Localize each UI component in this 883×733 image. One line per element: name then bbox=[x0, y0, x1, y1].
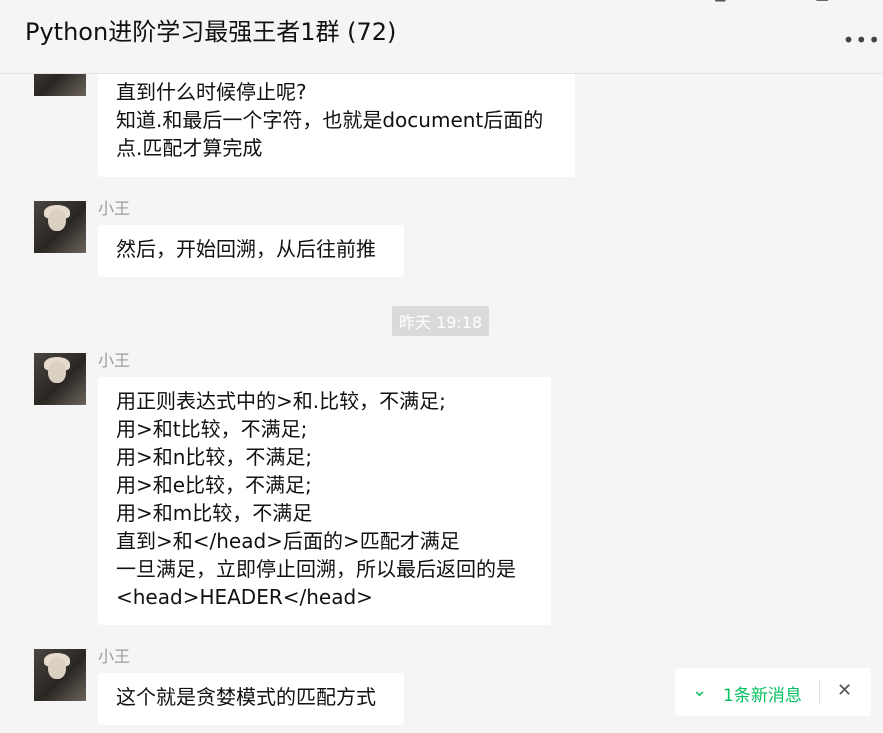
message-line: 直到什么时候停止呢? bbox=[116, 80, 307, 104]
avatar-face bbox=[48, 361, 66, 383]
message-line: 用>和t比较，不满足; bbox=[116, 417, 308, 441]
minimize-icon[interactable]: — bbox=[764, 0, 780, 5]
chat-area[interactable]: 直到什么时候停止呢? 知道.和最后一个字符，也就是document后面的 点.匹… bbox=[0, 74, 883, 733]
avatar-face bbox=[48, 657, 66, 679]
message-bubble[interactable]: 这个就是贪婪模式的匹配方式 bbox=[98, 673, 404, 725]
message-line: 然后，开始回溯，从后往前推 bbox=[116, 237, 376, 261]
pin-icon[interactable]: ⟂ bbox=[715, 0, 726, 6]
chat-header: Python进阶学习最强王者1群 (72) ⟂ — ☐ ✕ ••• bbox=[0, 0, 883, 74]
new-message-text[interactable]: 1条新消息 bbox=[723, 681, 802, 706]
chat-title: Python进阶学习最强王者1群 (72) bbox=[25, 18, 397, 46]
sender-name: 小王 bbox=[98, 351, 131, 370]
message-line: <head>HEADER</head> bbox=[116, 585, 373, 609]
avatar[interactable] bbox=[34, 649, 86, 701]
avatar-face bbox=[48, 209, 66, 231]
divider bbox=[819, 680, 820, 704]
double-chevron-down-icon[interactable]: ⌄ bbox=[692, 680, 707, 701]
new-message-notice[interactable]: ⌄ 1条新消息 ✕ bbox=[675, 668, 871, 716]
message-line: 点.匹配才算完成 bbox=[116, 136, 263, 160]
message-bubble[interactable]: 直到什么时候停止呢? 知道.和最后一个字符，也就是document后面的 点.匹… bbox=[98, 74, 575, 177]
message-bubble[interactable]: 然后，开始回溯，从后往前推 bbox=[98, 225, 404, 277]
avatar[interactable] bbox=[34, 353, 86, 405]
avatar[interactable] bbox=[34, 201, 86, 253]
close-icon[interactable]: ✕ bbox=[837, 680, 852, 701]
message-line: 这个就是贪婪模式的匹配方式 bbox=[116, 685, 376, 709]
time-divider: 昨天 19:18 bbox=[392, 306, 490, 336]
message-line: 用>和n比较，不满足; bbox=[116, 445, 313, 469]
message-line: 用>和e比较，不满足; bbox=[116, 473, 312, 497]
message-line: 直到>和</head>后面的>匹配才满足 bbox=[116, 529, 460, 553]
message-line: 用>和m比较，不满足 bbox=[116, 501, 313, 525]
message-bubble[interactable]: 用正则表达式中的>和.比较，不满足; 用>和t比较，不满足; 用>和n比较，不满… bbox=[98, 377, 551, 625]
sender-name: 小王 bbox=[98, 647, 131, 666]
sender-name: 小王 bbox=[98, 199, 131, 218]
message-line: 用正则表达式中的>和.比较，不满足; bbox=[116, 389, 446, 413]
message-line: 一旦满足，立即停止回溯，所以最后返回的是 bbox=[116, 557, 516, 581]
message-line: 知道.和最后一个字符，也就是document后面的 bbox=[116, 108, 544, 132]
maximize-icon[interactable]: ☐ bbox=[815, 0, 829, 5]
avatar[interactable] bbox=[34, 74, 86, 96]
more-icon[interactable]: ••• bbox=[843, 28, 881, 52]
close-icon[interactable]: ✕ bbox=[863, 0, 876, 5]
